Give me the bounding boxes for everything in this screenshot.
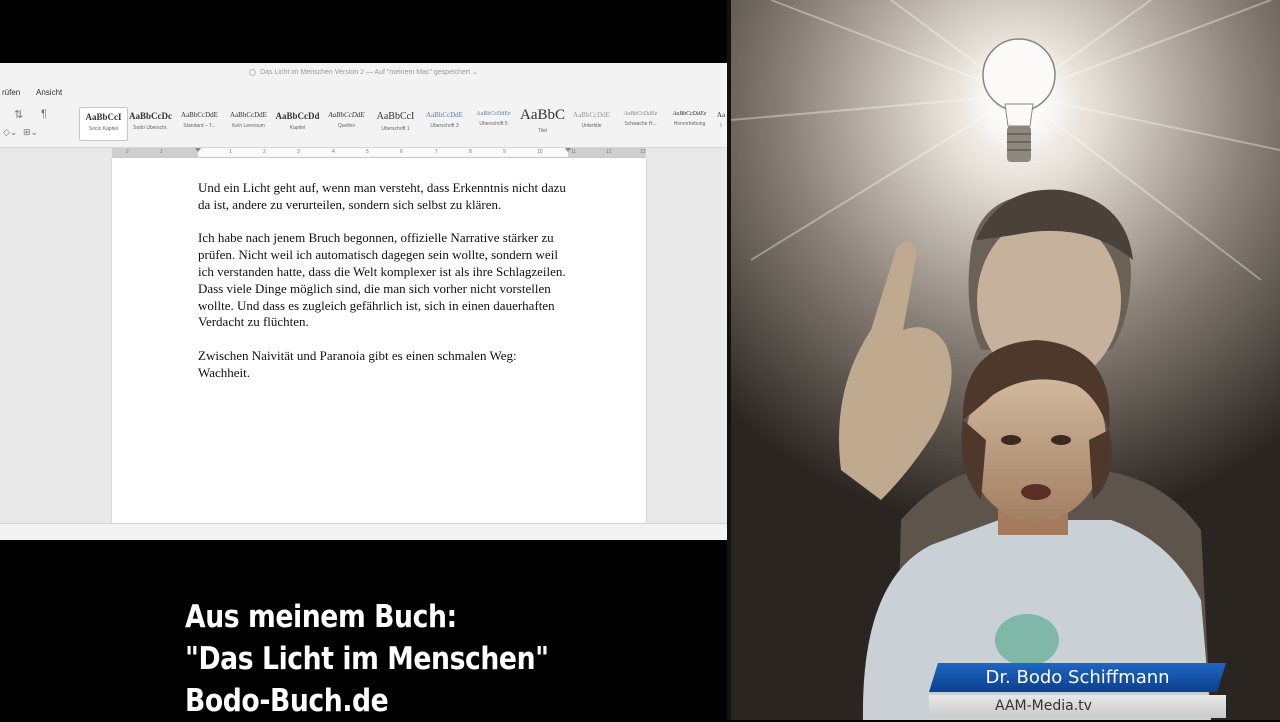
word-document-window: Das Licht im Menschen Version 2 — Auf "m… bbox=[0, 63, 727, 540]
style-tile-1[interactable]: AaBbCcI Socio Kapitel bbox=[79, 107, 128, 141]
illustration-svg bbox=[731, 0, 1280, 720]
style-tile-11[interactable]: AaBbCcDdE Untertitle bbox=[568, 107, 615, 139]
window-title: Das Licht im Menschen Version 2 — Auf "m… bbox=[260, 69, 478, 76]
status-bar bbox=[0, 523, 727, 540]
style-tile-4[interactable]: AaBbCcDdE Kein Leerraum bbox=[225, 107, 272, 139]
style-tile-13[interactable]: AaBbCcDdEe Hervorhebung bbox=[666, 107, 713, 139]
left-indent-marker[interactable] bbox=[195, 148, 201, 152]
sort-icon[interactable]: ⇅ bbox=[14, 108, 23, 121]
document-body[interactable]: Und ein Licht geht auf, wenn man versteh… bbox=[198, 180, 568, 398]
book-caption: Aus meinem Buch: "Das Licht im Menschen"… bbox=[185, 596, 549, 722]
style-tile-9[interactable]: AaBbCcDdEe Überschrift 5 bbox=[470, 107, 517, 139]
tab-view[interactable]: Ansicht bbox=[36, 88, 62, 97]
ribbon-tab-row: rüfen Ansicht bbox=[0, 83, 727, 101]
document-page[interactable]: Und ein Licht geht auf, wenn man versteh… bbox=[112, 158, 646, 523]
site-bar: AAM-Media.tv bbox=[929, 695, 1226, 718]
window-title-bar: Das Licht im Menschen Version 2 — Auf "m… bbox=[0, 63, 727, 83]
website-label: AAM-Media.tv bbox=[995, 698, 1092, 714]
shading-icon[interactable]: ◇⌄ bbox=[3, 127, 17, 138]
tab-review[interactable]: rüfen bbox=[2, 88, 20, 97]
style-tile-6[interactable]: AaBbCcDdE Quellen bbox=[323, 107, 370, 139]
style-tile-8[interactable]: AaBbCcDdE Überschrift 3 bbox=[421, 107, 468, 139]
document-status-icon bbox=[249, 68, 257, 76]
microphone-icon bbox=[995, 614, 1059, 666]
style-tile-3[interactable]: AaBbCcDdE Standard – T... bbox=[176, 107, 223, 139]
paragraph-2: Ich habe nach jenem Bruch begonnen, offi… bbox=[198, 230, 566, 330]
style-tile-7[interactable]: AaBbCcI Überschrift 1 bbox=[372, 107, 419, 139]
horizontal-ruler[interactable]: 2 1 1 2 3 4 5 6 7 8 9 10 11 12 13 bbox=[112, 148, 646, 158]
caption-line-2: "Das Licht im Menschen" bbox=[185, 641, 549, 677]
paragraph-3: Zwischen Naivität und Paranoia gibt es e… bbox=[198, 347, 517, 380]
caption-line-3: Bodo-Buch.de bbox=[185, 683, 389, 719]
style-tile-12[interactable]: AaBbCcDdEe Schwache H... bbox=[617, 107, 664, 139]
ribbon-toolbar: ⇅ ¶ ◇⌄ ⊞⌄ AaBbCcI Socio Kapitel AaBbCcDc S… bbox=[0, 101, 727, 148]
borders-icon[interactable]: ⊞⌄ bbox=[23, 127, 38, 138]
style-tile-2[interactable]: AaBbCcDc Sodo Überschr. bbox=[127, 107, 174, 139]
style-tile-10[interactable]: AaBbC Titel bbox=[519, 107, 566, 139]
pilcrow-icon[interactable]: ¶ bbox=[41, 108, 47, 120]
lower-third: Dr. Bodo Schiffmann AAM-Media.tv bbox=[929, 663, 1226, 720]
right-indent-marker[interactable] bbox=[565, 148, 571, 152]
style-tile-14[interactable]: Aa I bbox=[715, 107, 727, 139]
lightbulb-illustration-and-speaker-video bbox=[731, 0, 1280, 720]
caption-line-1: Aus meinem Buch: bbox=[185, 599, 457, 635]
paragraph-1: Und ein Licht geht auf, wenn man versteh… bbox=[198, 180, 566, 212]
speaker-name: Dr. Bodo Schiffmann bbox=[985, 667, 1170, 688]
style-tile-5[interactable]: AaBbCcDd Kapitel bbox=[274, 107, 321, 139]
